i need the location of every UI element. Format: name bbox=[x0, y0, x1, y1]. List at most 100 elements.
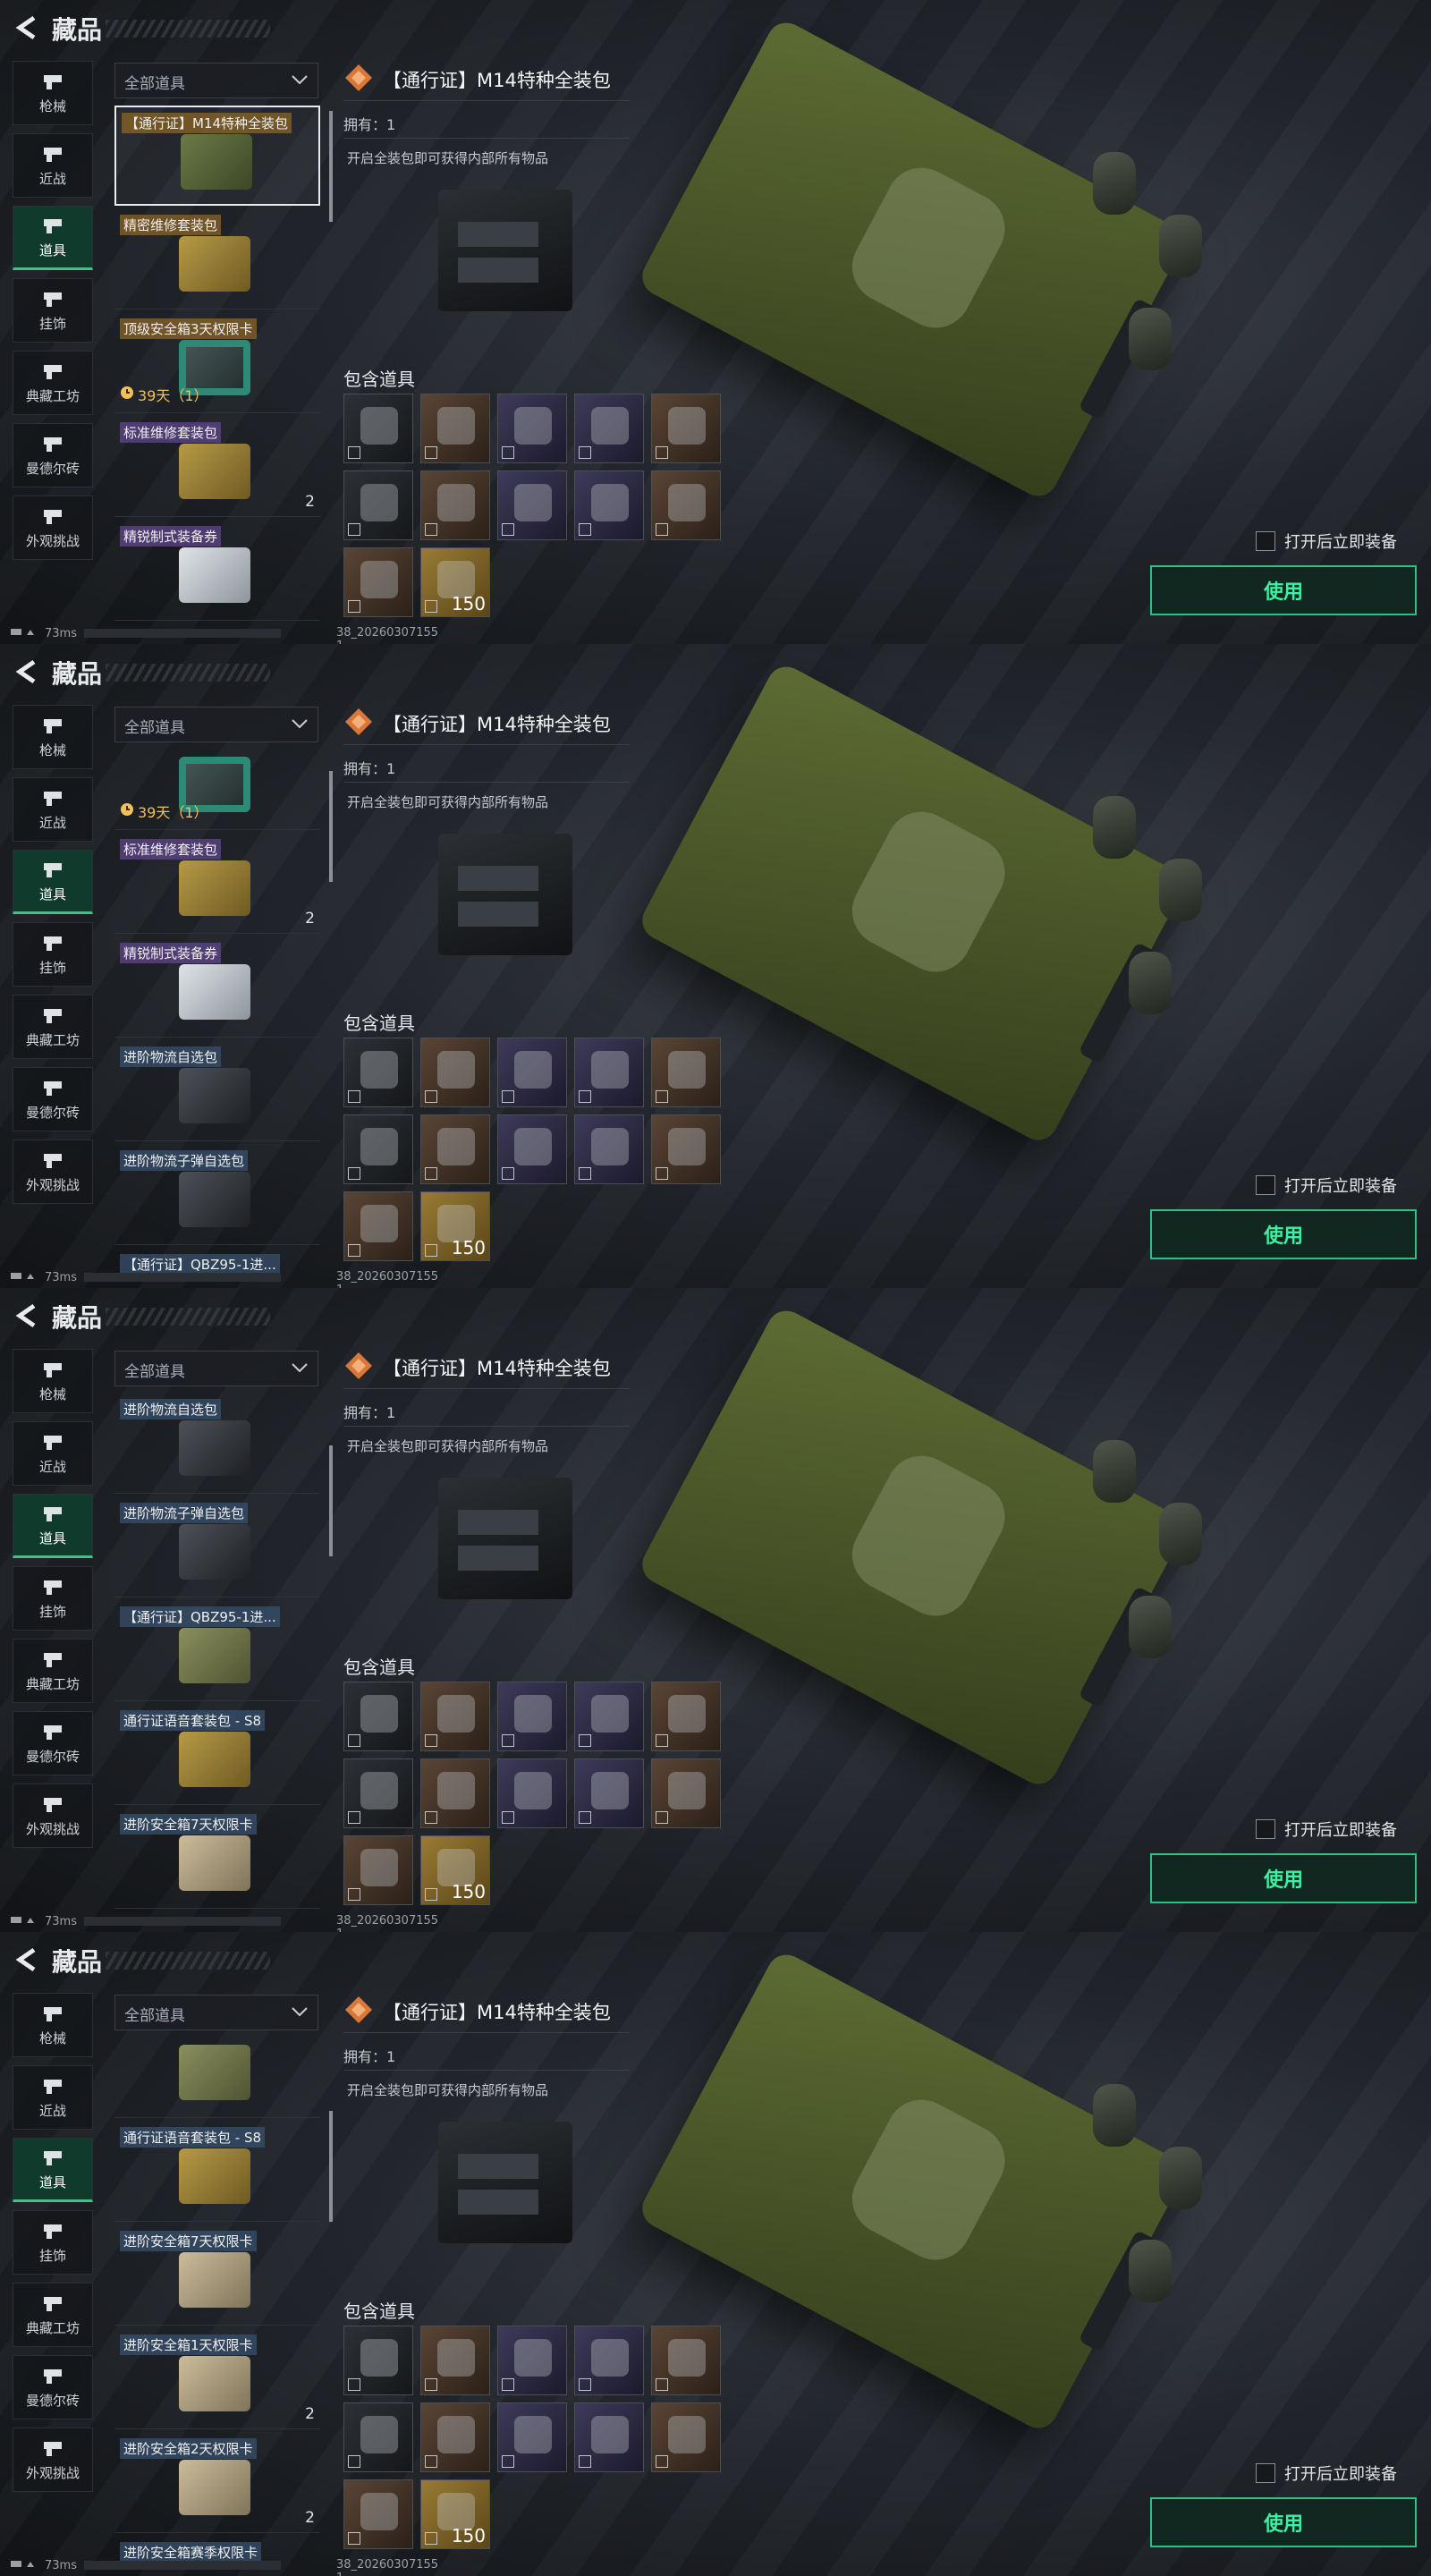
auto-equip-option[interactable]: 打开后立即装备 bbox=[1256, 1174, 1397, 1197]
category-filter-dropdown[interactable]: 全部道具 bbox=[114, 707, 318, 742]
back-button[interactable] bbox=[13, 1945, 43, 1975]
content-item-cell[interactable] bbox=[651, 1114, 721, 1184]
auto-equip-checkbox[interactable] bbox=[1256, 2463, 1275, 2483]
list-item[interactable]: 进阶安全箱7天权限卡 bbox=[114, 2225, 320, 2326]
content-item-cell[interactable] bbox=[420, 1038, 490, 1107]
sidebar-item-brick[interactable]: 曼德尔砖 bbox=[13, 423, 93, 487]
list-item[interactable]: 进阶物流子弹自选包 bbox=[114, 1145, 320, 1245]
sidebar-item-challenge[interactable]: 外观挑战 bbox=[13, 496, 93, 560]
content-item-cell[interactable] bbox=[343, 1038, 413, 1107]
list-item[interactable]: 进阶物流子弹自选包 bbox=[114, 1497, 320, 1597]
list-scrollbar[interactable] bbox=[329, 1445, 333, 1556]
content-item-cell[interactable] bbox=[497, 1114, 567, 1184]
content-item-cell[interactable] bbox=[420, 2402, 490, 2472]
content-item-cell[interactable] bbox=[574, 1758, 644, 1828]
sidebar-item-challenge[interactable]: 外观挑战 bbox=[13, 1784, 93, 1848]
back-button[interactable] bbox=[13, 657, 43, 687]
content-item-cell[interactable] bbox=[497, 394, 567, 463]
auto-equip-option[interactable]: 打开后立即装备 bbox=[1256, 2462, 1397, 2485]
list-item[interactable]: 通行证语音套装包 - S8 bbox=[114, 1705, 320, 1805]
list-item[interactable]: 进阶安全箱2天权限卡 2 bbox=[114, 2433, 320, 2533]
content-item-cell[interactable] bbox=[574, 394, 644, 463]
content-item-cell[interactable] bbox=[497, 470, 567, 540]
sidebar-item-knife[interactable]: 近战 bbox=[13, 777, 93, 842]
content-item-cell[interactable] bbox=[343, 1191, 413, 1261]
back-button[interactable] bbox=[13, 1301, 43, 1331]
sidebar-item-brick[interactable]: 曼德尔砖 bbox=[13, 1711, 93, 1775]
content-item-cell[interactable] bbox=[497, 2326, 567, 2395]
content-item-cell[interactable] bbox=[497, 1758, 567, 1828]
list-scrollbar[interactable] bbox=[329, 2111, 333, 2222]
sidebar-item-workshop[interactable]: 典藏工坊 bbox=[13, 351, 93, 415]
sidebar-item-items[interactable]: 道具 bbox=[13, 1494, 93, 1558]
list-item[interactable]: 【通行证】QBZ95-1进... bbox=[114, 1601, 320, 1701]
sidebar-item-workshop[interactable]: 典藏工坊 bbox=[13, 1639, 93, 1703]
content-item-cell[interactable] bbox=[343, 2402, 413, 2472]
content-item-cell[interactable] bbox=[343, 1114, 413, 1184]
list-item[interactable]: 精密维修套装包 bbox=[114, 209, 320, 309]
content-item-cell[interactable] bbox=[343, 470, 413, 540]
content-item-cell[interactable] bbox=[420, 1114, 490, 1184]
content-item-cell[interactable] bbox=[420, 2326, 490, 2395]
content-item-cell[interactable] bbox=[343, 394, 413, 463]
content-item-cell[interactable] bbox=[420, 1682, 490, 1751]
use-button[interactable]: 使用 bbox=[1150, 1853, 1417, 1903]
sidebar-item-charm[interactable]: 挂饰 bbox=[13, 922, 93, 987]
list-scrollbar[interactable] bbox=[329, 771, 333, 882]
content-item-cell[interactable] bbox=[574, 2326, 644, 2395]
content-item-cell[interactable] bbox=[651, 1682, 721, 1751]
content-item-cell[interactable] bbox=[651, 1038, 721, 1107]
content-item-cell[interactable] bbox=[651, 394, 721, 463]
content-item-cell[interactable] bbox=[574, 1038, 644, 1107]
content-item-cell[interactable] bbox=[420, 1758, 490, 1828]
auto-equip-checkbox[interactable] bbox=[1256, 1819, 1275, 1839]
list-item[interactable]: 进阶安全箱1天权限卡 2 bbox=[114, 2329, 320, 2429]
content-item-cell[interactable] bbox=[651, 2402, 721, 2472]
sidebar-item-brick[interactable]: 曼德尔砖 bbox=[13, 1067, 93, 1131]
content-item-cell[interactable] bbox=[574, 1682, 644, 1751]
use-button[interactable]: 使用 bbox=[1150, 2497, 1417, 2547]
list-item[interactable]: 通行证语音套装包 - S8 bbox=[114, 2122, 320, 2222]
use-button[interactable]: 使用 bbox=[1150, 565, 1417, 615]
content-item-cell[interactable] bbox=[343, 2479, 413, 2549]
auto-equip-checkbox[interactable] bbox=[1256, 531, 1275, 551]
content-item-cell[interactable] bbox=[497, 2402, 567, 2472]
content-item-cell[interactable]: 150 bbox=[420, 1191, 490, 1261]
list-item[interactable]: 精锐制式装备券 bbox=[114, 937, 320, 1038]
content-item-cell[interactable]: 150 bbox=[420, 2479, 490, 2549]
content-item-cell[interactable] bbox=[497, 1038, 567, 1107]
sidebar-item-gun[interactable]: 枪械 bbox=[13, 61, 93, 125]
sidebar-item-items[interactable]: 道具 bbox=[13, 2138, 93, 2202]
content-item-cell[interactable] bbox=[574, 2402, 644, 2472]
list-item[interactable]: 39天（1） bbox=[114, 750, 320, 830]
sidebar-item-gun[interactable]: 枪械 bbox=[13, 1993, 93, 2057]
content-item-cell[interactable] bbox=[574, 470, 644, 540]
sidebar-item-workshop[interactable]: 典藏工坊 bbox=[13, 2283, 93, 2347]
content-item-cell[interactable] bbox=[651, 1758, 721, 1828]
content-item-cell[interactable] bbox=[343, 1758, 413, 1828]
category-filter-dropdown[interactable]: 全部道具 bbox=[114, 63, 318, 98]
use-button[interactable]: 使用 bbox=[1150, 1209, 1417, 1259]
content-item-cell[interactable]: 150 bbox=[420, 1835, 490, 1905]
list-item[interactable]: 顶级安全箱3天权限卡 39天（1） bbox=[114, 313, 320, 413]
list-item[interactable]: 【通行证】M14特种全装包 bbox=[114, 106, 320, 206]
sidebar-item-challenge[interactable]: 外观挑战 bbox=[13, 1140, 93, 1204]
sidebar-item-workshop[interactable]: 典藏工坊 bbox=[13, 995, 93, 1059]
sidebar-item-charm[interactable]: 挂饰 bbox=[13, 2210, 93, 2275]
list-item[interactable] bbox=[114, 2038, 320, 2118]
list-item[interactable]: 进阶物流自选包 bbox=[114, 1041, 320, 1141]
content-item-cell[interactable] bbox=[574, 1114, 644, 1184]
list-item[interactable]: 标准维修套装包 2 bbox=[114, 417, 320, 517]
content-item-cell[interactable]: 150 bbox=[420, 547, 490, 617]
back-button[interactable] bbox=[13, 13, 43, 43]
list-item[interactable]: 进阶物流自选包 bbox=[114, 1394, 320, 1494]
list-item[interactable]: 精锐制式装备券 bbox=[114, 521, 320, 621]
sidebar-item-gun[interactable]: 枪械 bbox=[13, 1349, 93, 1413]
sidebar-item-challenge[interactable]: 外观挑战 bbox=[13, 2428, 93, 2492]
content-item-cell[interactable] bbox=[497, 1682, 567, 1751]
content-item-cell[interactable] bbox=[420, 470, 490, 540]
category-filter-dropdown[interactable]: 全部道具 bbox=[114, 1351, 318, 1386]
list-scrollbar[interactable] bbox=[329, 111, 333, 222]
content-item-cell[interactable] bbox=[343, 2326, 413, 2395]
sidebar-item-knife[interactable]: 近战 bbox=[13, 2065, 93, 2130]
